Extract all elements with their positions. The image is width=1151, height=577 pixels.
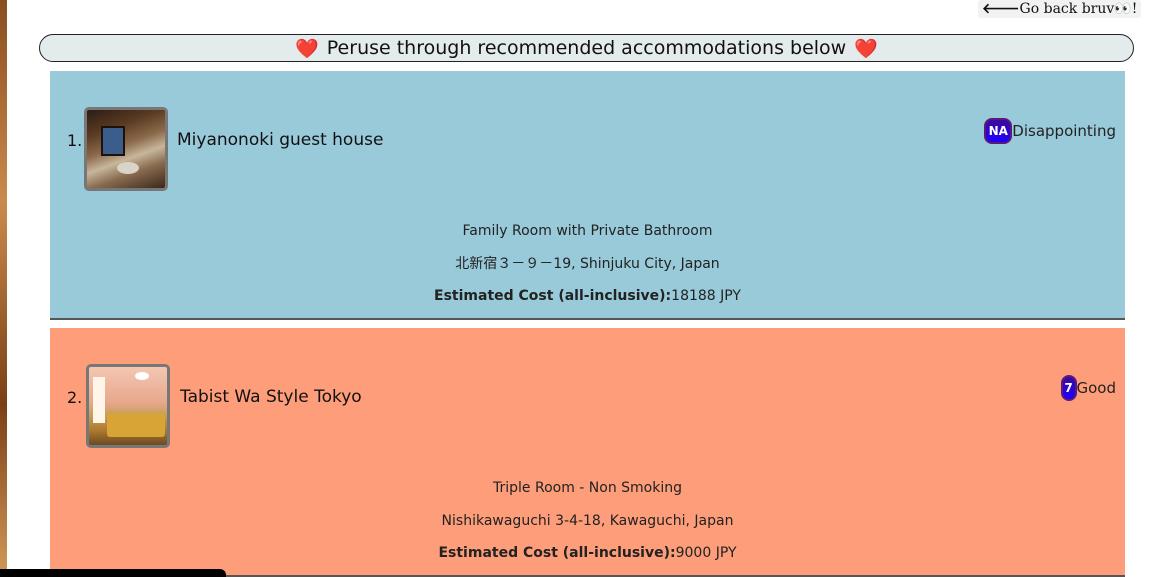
hotel-thumbnail[interactable] (84, 107, 168, 191)
cost-label: Estimated Cost (all-inclusive): (434, 288, 672, 304)
heart-icon-right: ❤️ (854, 37, 878, 60)
heart-icon-left: ❤️ (295, 37, 319, 60)
rank-number: 2. (67, 388, 83, 407)
recommendations-banner: ❤️ Peruse through recommended accommodat… (39, 34, 1134, 62)
hotel-name[interactable]: Tabist Wa Style Tokyo (180, 387, 362, 407)
cost-value: 18188 JPY (671, 288, 741, 304)
address: 北新宿３－９－19, Shinjuku City, Japan (455, 256, 720, 272)
room-type: Triple Room - Non Smoking (492, 480, 682, 496)
estimated-cost: Estimated Cost (all-inclusive):9000 JPY (50, 545, 1125, 561)
go-back-link[interactable]: 🡐Go back bruv👀! (978, 0, 1142, 18)
rating: NA Disappointing (984, 118, 1116, 144)
photo-bed (107, 413, 165, 437)
photo-rug (117, 162, 139, 174)
estimated-cost: Estimated Cost (all-inclusive):18188 JPY (50, 288, 1125, 304)
rating: 7 Good (1060, 375, 1117, 401)
rating-label: Disappointing (1012, 122, 1116, 140)
address: Nishikawaguchi 3-4-18, Kawaguchi, Japan (441, 513, 734, 529)
cost-label: Estimated Cost (all-inclusive): (438, 545, 676, 561)
cost-value: 9000 JPY (675, 545, 737, 561)
photo-window (101, 126, 125, 156)
go-back-label: Go back bruv👀! (1019, 1, 1138, 17)
back-arrow-icon: 🡐 (982, 1, 1020, 17)
photo-window (93, 377, 105, 423)
rank-number: 1. (67, 131, 83, 150)
rating-label: Good (1076, 379, 1117, 397)
rating-score-badge: NA (984, 118, 1013, 144)
side-decoration (0, 0, 7, 577)
rating-score-badge: 7 (1060, 375, 1077, 401)
accommodation-card[interactable]: 1. Miyanonoki guest house NA Disappointi… (50, 71, 1125, 320)
bottom-overlay-bar (0, 569, 226, 577)
photo-lamp (135, 372, 149, 380)
room-type: Family Room with Private Bathroom (462, 223, 713, 239)
banner-title: Peruse through recommended accommodation… (326, 37, 847, 59)
hotel-thumbnail[interactable] (86, 364, 170, 448)
hotel-name[interactable]: Miyanonoki guest house (177, 130, 383, 150)
accommodation-card[interactable]: 2. Tabist Wa Style Tokyo 7 Good Triple R… (50, 328, 1125, 577)
